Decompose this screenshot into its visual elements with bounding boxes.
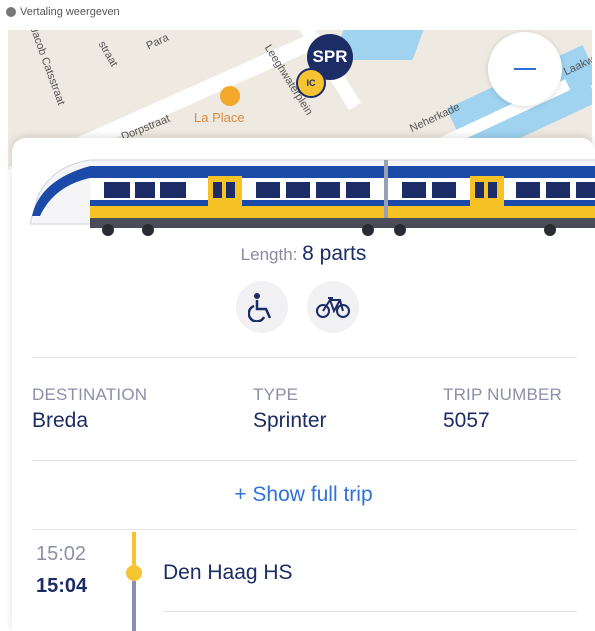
train-length: Length: 8 parts [12, 242, 595, 266]
coffee-pin-icon[interactable] [220, 86, 240, 106]
train-illustration [30, 159, 595, 236]
timeline-segment [132, 581, 136, 631]
stop-actual-time: 15:04 [36, 575, 88, 597]
place-label: La Place [194, 110, 245, 125]
ic-vehicle-marker[interactable]: IC [296, 68, 326, 98]
translate-bar[interactable]: Vertaling weergeven [6, 6, 120, 18]
trip-number-label: TRIP NUMBER [443, 385, 563, 404]
divider [32, 529, 577, 530]
stop-name[interactable]: Den Haag HS [163, 561, 293, 585]
divider [32, 460, 577, 461]
length-value: 8 parts [302, 242, 367, 265]
trip-details-card: Length: 8 parts DESTINATION Breda TYPE S… [12, 138, 595, 631]
show-full-trip-button[interactable]: + Show full trip [12, 483, 595, 507]
zoom-out-button[interactable] [488, 32, 562, 106]
type-value: Sprinter [253, 409, 327, 432]
stop-dot-icon [126, 565, 142, 581]
wheelchair-icon [236, 281, 288, 333]
spr-label: SPR [312, 47, 348, 66]
street-label: straat [95, 39, 120, 69]
street-label: Para [144, 31, 171, 53]
trip-number-value: 5057 [443, 409, 490, 432]
minus-icon [514, 68, 536, 70]
type-label: TYPE [253, 385, 299, 404]
divider [32, 357, 577, 358]
destination-block: DESTINATION Breda [32, 385, 147, 433]
trip-number-block: TRIP NUMBER 5057 [443, 385, 562, 433]
ic-label: IC [306, 78, 316, 88]
divider [163, 611, 577, 612]
street-label: Jacob Catsstraat [27, 30, 68, 107]
length-label: Length: [240, 245, 298, 264]
destination-label: DESTINATION [32, 385, 148, 404]
translate-label[interactable]: Vertaling weergeven [20, 6, 120, 18]
type-block: TYPE Sprinter [253, 385, 327, 433]
stop-scheduled-time: 15:02 [36, 543, 87, 565]
globe-icon [6, 7, 16, 17]
destination-value: Breda [32, 409, 89, 432]
bicycle-icon [307, 281, 359, 333]
